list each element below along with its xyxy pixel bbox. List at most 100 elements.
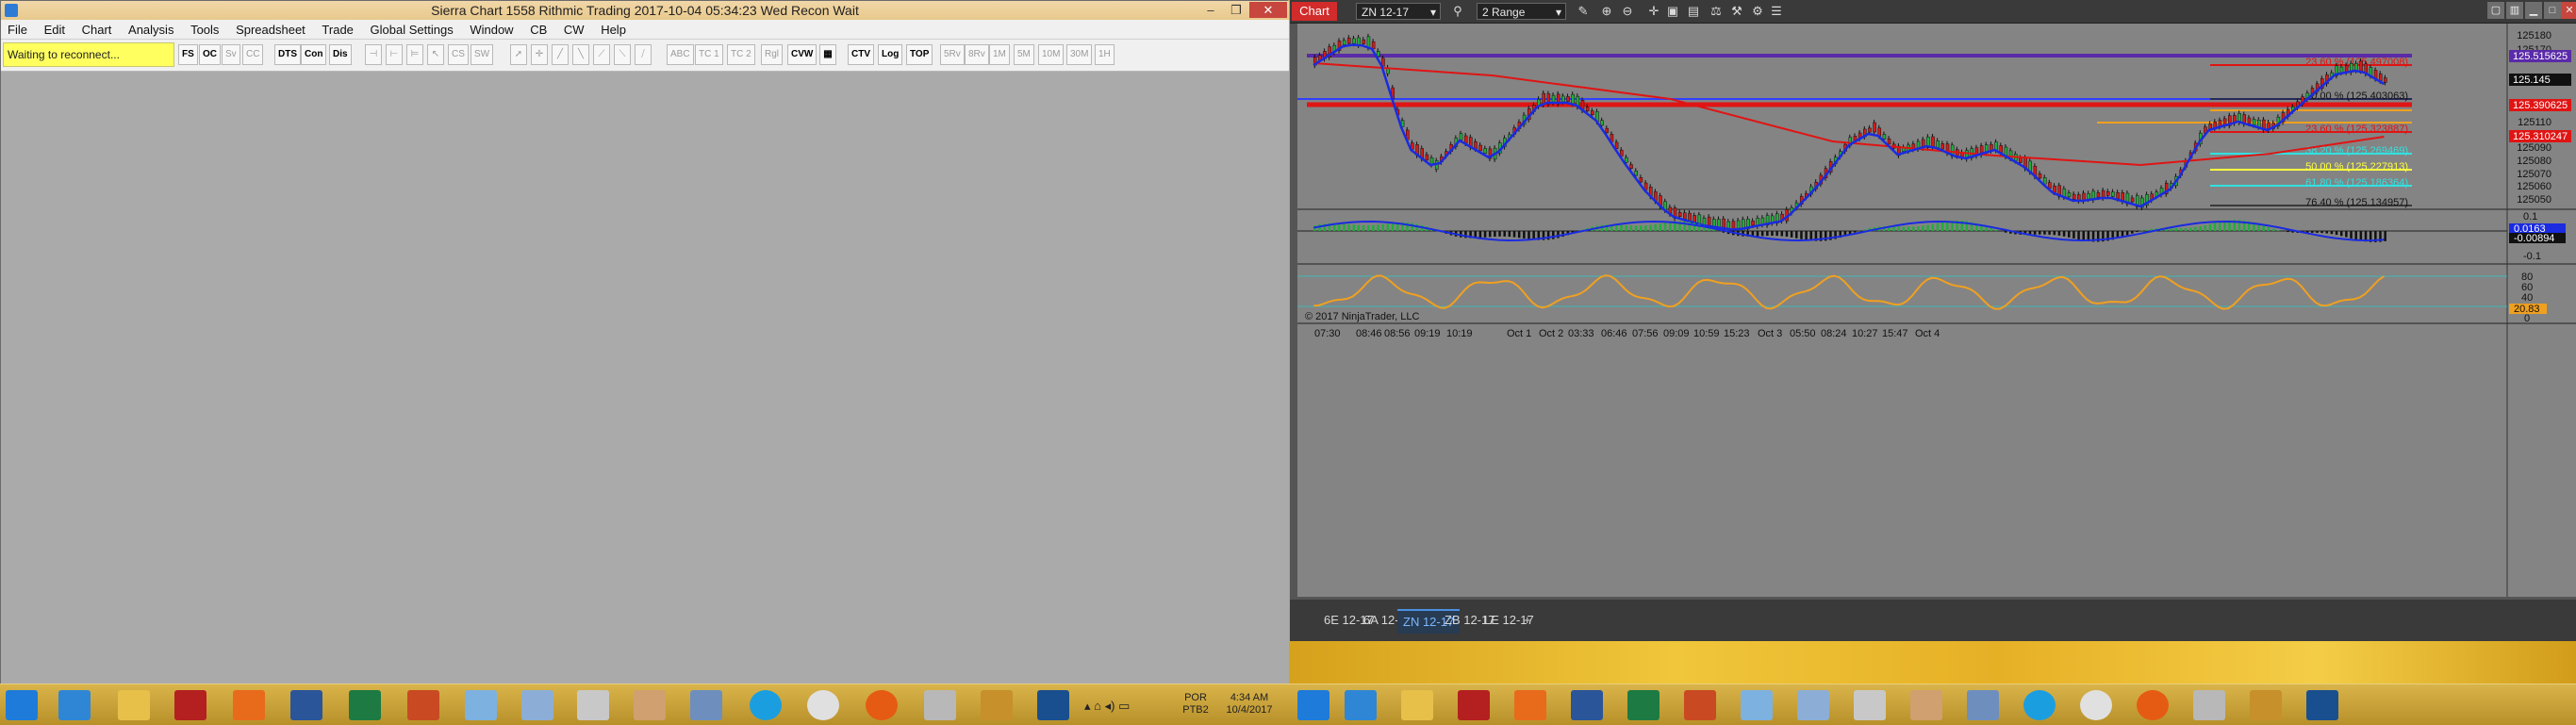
list-icon[interactable]: ☰ — [1769, 4, 1784, 19]
menu-cw[interactable]: CW — [557, 20, 591, 38]
notes-icon[interactable] — [465, 690, 497, 720]
ninjatrader-taskbar-icon[interactable] — [2250, 690, 2282, 720]
start-icon[interactable] — [1297, 690, 1329, 720]
file-explorer-icon[interactable] — [1401, 690, 1433, 720]
data-box-icon[interactable]: ▤ — [1686, 4, 1701, 19]
dts-button[interactable]: DTS — [274, 44, 301, 65]
menu-help[interactable]: Help — [594, 20, 633, 38]
globe-icon[interactable] — [2306, 690, 2338, 720]
tray-icons[interactable]: ▴ ⌂ ◂) ▭ — [1084, 699, 1130, 714]
menu-edit[interactable]: Edit — [38, 20, 72, 38]
settings-icon[interactable]: ⚙ — [1750, 4, 1765, 19]
1m-button[interactable]: 1M — [989, 44, 1010, 65]
cc-button[interactable]: CC — [242, 44, 263, 65]
menu-trade[interactable]: Trade — [315, 20, 359, 38]
minimize-button[interactable]: – — [1198, 2, 1223, 18]
crosshair-icon[interactable]: ✛ — [1646, 4, 1661, 19]
firefox-icon[interactable] — [2137, 690, 2169, 720]
word-icon[interactable] — [290, 690, 322, 720]
window-maximize-icon[interactable]: □ — [2544, 2, 2561, 19]
document-icon[interactable] — [1797, 690, 1829, 720]
menu-spreadsheet[interactable]: Spreadsheet — [229, 20, 312, 38]
sierra-taskbar-icon[interactable] — [2193, 690, 2225, 720]
power-icon[interactable] — [1458, 690, 1490, 720]
line-tool-3-icon[interactable]: ⟋ — [593, 44, 610, 65]
internet-explorer-icon[interactable] — [58, 690, 91, 720]
line-tool-4-icon[interactable]: ⟍ — [614, 44, 631, 65]
power-icon[interactable] — [174, 690, 206, 720]
30m-button[interactable]: 30M — [1066, 44, 1092, 65]
chrome-icon[interactable] — [2080, 690, 2112, 720]
search-icon[interactable]: ⚲ — [1450, 4, 1465, 19]
menu-chart[interactable]: Chart — [75, 20, 119, 38]
globe-icon[interactable] — [1037, 690, 1069, 720]
drawing-tool-2-icon[interactable]: ⊢ — [386, 44, 403, 65]
tools-icon[interactable] — [1854, 690, 1886, 720]
top-button[interactable]: TOP — [906, 44, 933, 65]
line-tool-2-icon[interactable]: ╲ — [572, 44, 589, 65]
ninjatrader-taskbar-icon[interactable] — [981, 690, 1013, 720]
1h-button[interactable]: 1H — [1095, 44, 1115, 65]
ctv-button[interactable]: CTV — [848, 44, 874, 65]
title-bar[interactable]: Sierra Chart 1558 Rithmic Trading 2017-1… — [1, 1, 1289, 20]
zoom-icon[interactable]: ⊕ — [1599, 4, 1614, 19]
rgl-button[interactable]: Rgl — [761, 44, 783, 65]
menu-window[interactable]: Window — [463, 20, 520, 38]
network-icon[interactable] — [1967, 690, 1999, 720]
log-button[interactable]: Log — [878, 44, 902, 65]
drawing-tool-3-icon[interactable]: ⊨ — [406, 44, 423, 65]
chart-title-tab[interactable]: Chart — [1292, 2, 1337, 21]
language-indicator[interactable]: POR PTB2 — [1179, 692, 1213, 717]
8rv-button[interactable]: 8Rv — [965, 44, 989, 65]
tc1-button[interactable]: TC 1 — [695, 44, 723, 65]
tc2-button[interactable]: TC 2 — [727, 44, 755, 65]
tools-icon[interactable] — [577, 690, 609, 720]
excel-icon[interactable] — [1627, 690, 1660, 720]
notes-icon[interactable] — [1741, 690, 1773, 720]
clock[interactable]: 4:34 AM 10/4/2017 — [1216, 692, 1282, 717]
start-icon[interactable] — [6, 690, 38, 720]
con-button[interactable]: Con — [301, 44, 326, 65]
menu-file[interactable]: File — [1, 20, 34, 38]
line-tool-5-icon[interactable]: ⧸ — [635, 44, 652, 65]
outlook-icon[interactable] — [1514, 690, 1546, 720]
zoom-out-icon[interactable]: ⊖ — [1620, 4, 1635, 19]
calculator-icon[interactable]: ▦ — [819, 44, 836, 65]
word-icon[interactable] — [1571, 690, 1603, 720]
abc-button[interactable]: ABC — [667, 44, 694, 65]
skype-icon[interactable] — [2023, 690, 2056, 720]
crosshair-icon[interactable]: ✛ — [531, 44, 548, 65]
powerpoint-icon[interactable] — [1684, 690, 1716, 720]
5m-button[interactable]: 5M — [1014, 44, 1034, 65]
sv-button[interactable]: Sv — [222, 44, 240, 65]
dis-button[interactable]: Dis — [329, 44, 352, 65]
pointer-icon[interactable]: ➚ — [510, 44, 527, 65]
app-icon[interactable] — [1910, 690, 1942, 720]
oc-button[interactable]: OC — [199, 44, 221, 65]
5rv-button[interactable]: 5Rv — [940, 44, 965, 65]
menu-cb[interactable]: CB — [523, 20, 553, 38]
skype-icon[interactable] — [750, 690, 782, 720]
10m-button[interactable]: 10M — [1038, 44, 1064, 65]
file-explorer-icon[interactable] — [118, 690, 150, 720]
instrument-selector[interactable]: ZN 12-17 ▾ — [1356, 3, 1441, 20]
indicators-icon[interactable]: ⚖ — [1709, 4, 1724, 19]
powerpoint-icon[interactable] — [407, 690, 439, 720]
chrome-icon[interactable] — [807, 690, 839, 720]
window-restore-icon[interactable]: ▢ — [2487, 2, 2504, 19]
outlook-icon[interactable] — [233, 690, 265, 720]
add-tab-button[interactable]: + — [1518, 609, 1537, 632]
line-tool-1-icon[interactable]: ╱ — [552, 44, 569, 65]
sw-button[interactable]: SW — [471, 44, 493, 65]
workspace[interactable] — [1, 72, 1289, 684]
templates-icon[interactable]: ⚒ — [1729, 4, 1744, 19]
cs-button[interactable]: CS — [448, 44, 469, 65]
cvw-button[interactable]: CVW — [787, 44, 817, 65]
app-icon[interactable] — [634, 690, 666, 720]
document-icon[interactable] — [521, 690, 553, 720]
camera-icon[interactable]: ▣ — [1665, 4, 1680, 19]
sierra-taskbar-icon[interactable] — [924, 690, 956, 720]
window-minimize-icon[interactable]: ▁ — [2525, 2, 2542, 19]
internet-explorer-icon[interactable] — [1345, 690, 1377, 720]
price-chart[interactable]: 23.60 % (125.497008) 0.00 % (125.403063)… — [1297, 24, 2576, 597]
